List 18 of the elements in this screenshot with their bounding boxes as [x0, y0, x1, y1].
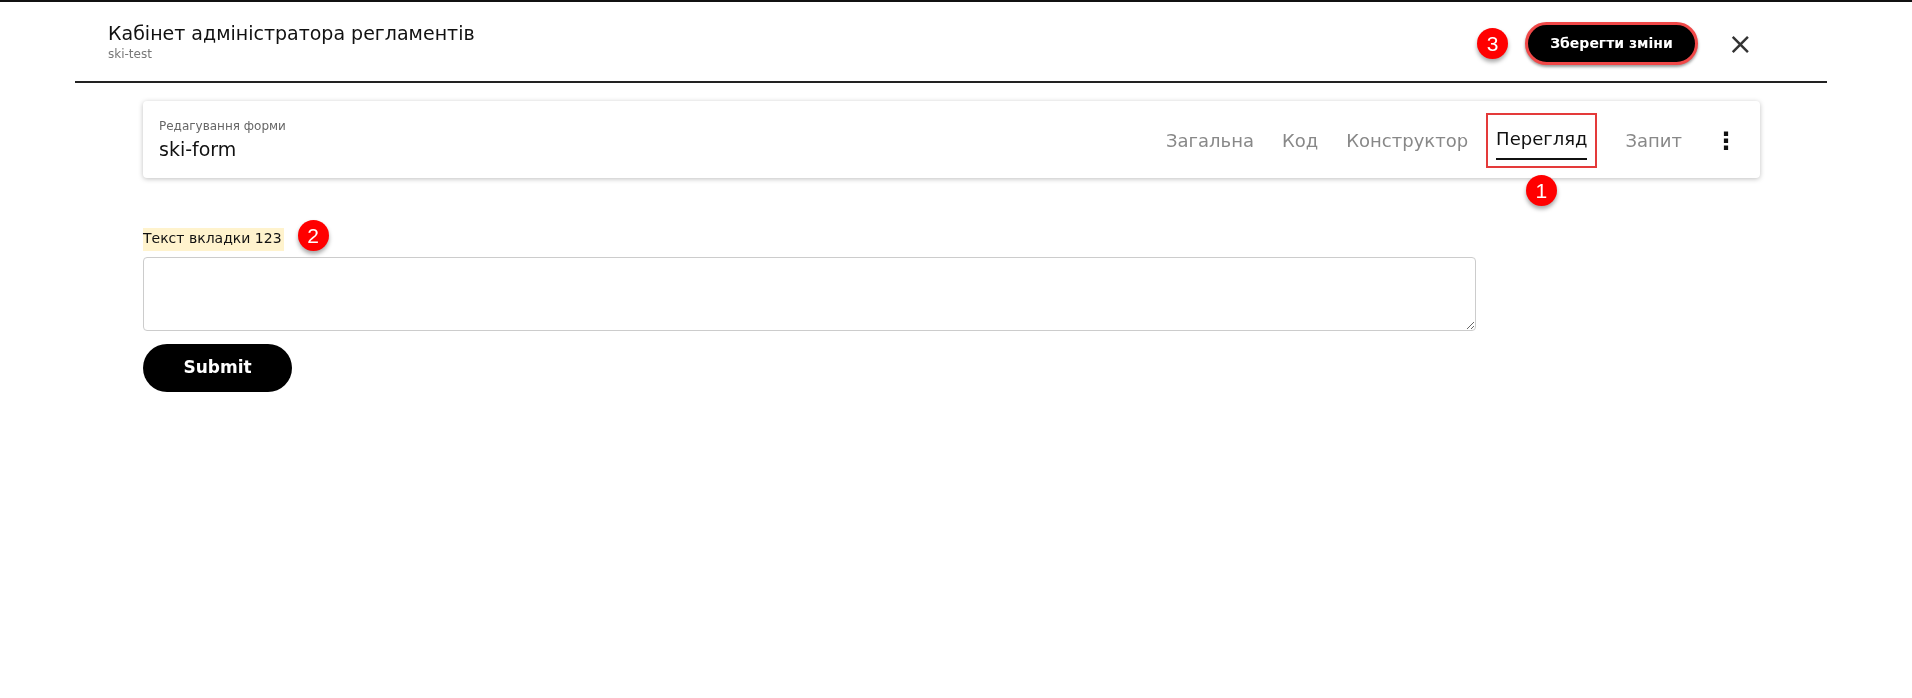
tab[interactable]: Код: [1282, 121, 1319, 160]
form-caption: Редагування форми: [159, 118, 286, 136]
submit-button[interactable]: Submit: [143, 344, 292, 392]
callout-badge: 2: [297, 220, 329, 251]
project-subtitle: ski-test: [108, 45, 153, 63]
window-title: Кабінет адміністратора регламентів: [108, 22, 475, 45]
callout-badge: 3: [1477, 28, 1509, 59]
tab[interactable]: Перегляд: [1496, 119, 1588, 160]
tab[interactable]: Конструктор: [1346, 121, 1469, 160]
text-area-field[interactable]: [143, 257, 1476, 331]
field-label: Текст вкладки 123: [143, 228, 284, 251]
more-menu-button[interactable]: ⋮: [1708, 122, 1744, 159]
close-button[interactable]: ×: [1723, 28, 1757, 59]
tab[interactable]: Запит: [1625, 121, 1682, 160]
tab[interactable]: Загальна: [1166, 121, 1255, 160]
callout-badge: 1: [1525, 175, 1557, 206]
save-changes-button[interactable]: Зберегти зміни: [1525, 22, 1698, 65]
form-name: ski-form: [159, 137, 238, 163]
